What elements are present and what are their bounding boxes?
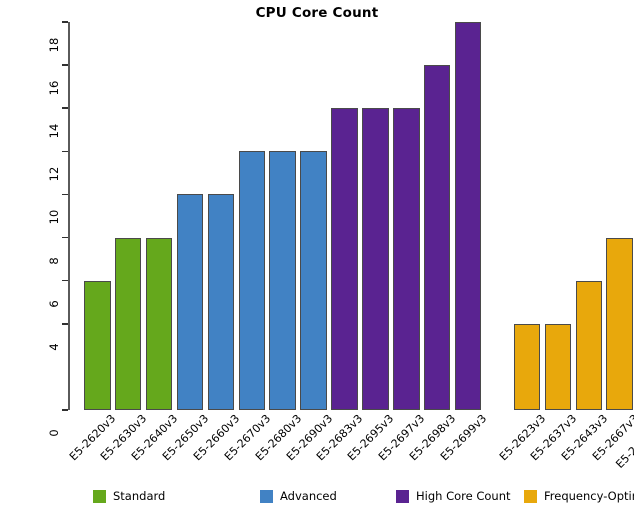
legend-label: High Core Count [416,488,511,503]
y-tick-12 [62,150,68,153]
bar [513,323,541,410]
legend-label: Advanced [280,488,337,503]
y-tick-label-16: 16 [47,80,61,96]
y-tick-18 [62,21,68,23]
legend-label: Standard [113,488,166,503]
legend-item[interactable]: High Core Count [396,488,511,504]
legend-item[interactable]: Frequency-Optimized [524,488,634,504]
y-tick-label-8: 8 [47,256,61,265]
bar [207,194,235,410]
y-axis-line [68,22,70,410]
bar [300,151,327,410]
plot-area: 0 4 6 8 10 12 14 16 18 [47,21,633,437]
bar [362,108,389,410]
legend-swatch-icon [93,489,106,503]
bar [269,151,296,410]
bar [238,151,265,410]
y-tick-label-0: 0 [47,429,61,437]
legend-item[interactable]: Standard [93,488,165,504]
y-tick-label-4: 4 [47,343,61,351]
y-tick-4 [62,322,68,325]
y-tick-label-14: 14 [47,123,61,139]
bar [393,108,420,410]
bar [606,237,633,410]
y-tick-label-12: 12 [47,167,61,182]
bar [454,22,482,410]
bar [114,237,142,410]
y-tick-label-10: 10 [47,210,61,225]
y-tick-14 [62,107,68,110]
y-tick-label-6: 6 [47,300,61,308]
chart-legend: Standard Advanced High Core Count Frequency… [0,488,634,508]
legend-swatch-icon [396,489,409,503]
legend-swatch-icon [260,489,273,503]
y-tick-6 [62,279,68,282]
legend-item[interactable]: Advanced [260,488,337,504]
legend-label: Frequency-Optimized [544,488,634,503]
bar [84,280,111,410]
bar [423,65,451,410]
bar [145,237,173,410]
x-axis-tick-labels: E5-2620v3 E5-2630v3 E5-2640v3 E5-2650v3 E5-2… [67,410,634,482]
cpu-core-count-chart: CPU Core Count Number of Processor Cores… [0,0,634,510]
y-tick-8 [62,236,68,239]
bar [575,280,602,410]
chart-title: CPU Core Count [255,5,379,21]
bar [176,194,204,410]
bar [544,323,572,410]
y-tick-16 [62,64,68,66]
y-tick-label-18: 18 [47,37,61,53]
bar [331,108,358,410]
y-tick-10 [62,193,68,196]
legend-swatch-icon [524,489,537,503]
